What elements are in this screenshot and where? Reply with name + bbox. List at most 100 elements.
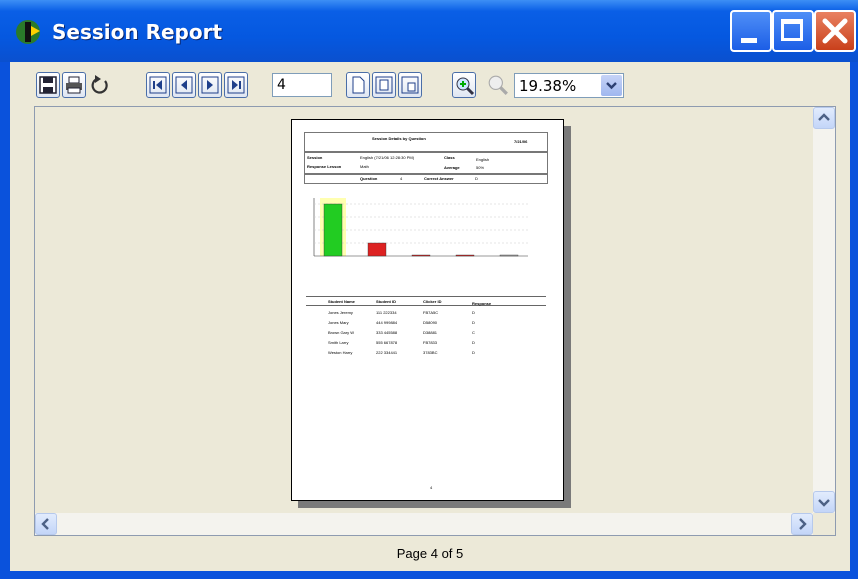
- report-heading: Session Details by Question: [372, 136, 426, 141]
- printer-icon: [66, 76, 82, 94]
- scroll-right-button[interactable]: [791, 513, 813, 535]
- page-status: Page 4 of 5: [396, 546, 464, 561]
- table-row-4-student-id: 555 667878: [376, 340, 398, 345]
- horizontal-scrollbar[interactable]: [35, 513, 813, 535]
- chart-bar-3: [411, 254, 431, 257]
- whole-page-view-button[interactable]: [398, 72, 422, 98]
- zoom-select[interactable]: 19.38%: [514, 73, 624, 98]
- table-row-3-clicker-id: D38881: [423, 330, 438, 335]
- last-page-icon: [227, 76, 245, 94]
- average-label: Average: [444, 165, 460, 170]
- save-button[interactable]: [36, 72, 60, 98]
- table-row-1-response: D: [472, 310, 475, 315]
- first-page-button[interactable]: [146, 72, 170, 98]
- title-bar[interactable]: Session Report: [0, 0, 858, 62]
- table-row-4-name: Smith Larry: [328, 340, 349, 345]
- table-top-rule: [306, 296, 546, 297]
- table-row-5-student-id: 222 334441: [376, 350, 398, 355]
- page-number-input[interactable]: [272, 73, 332, 97]
- col-header-clicker-id: Clicker ID: [423, 299, 442, 304]
- report-preview-viewport[interactable]: Session Details by Question 7/21/06 Sess…: [34, 106, 836, 536]
- vertical-scrollbar[interactable]: [813, 107, 835, 513]
- client-area: 19.38% Session Details by Question 7/21/…: [10, 62, 850, 571]
- zoom-value: 19.38%: [519, 77, 577, 95]
- chart-bars: [323, 203, 519, 257]
- whole-page-icon: [401, 76, 419, 94]
- report-header-box: [304, 132, 548, 152]
- minimize-button[interactable]: [730, 10, 772, 52]
- question-value: 4: [400, 176, 403, 181]
- zoom-dropdown-button[interactable]: [601, 75, 622, 96]
- report-toolbar: 19.38%: [10, 62, 850, 106]
- zoom-out-button[interactable]: [486, 72, 510, 98]
- previous-page-button[interactable]: [172, 72, 196, 98]
- chevron-down-icon: [606, 82, 617, 90]
- report-page: Session Details by Question 7/21/06 Sess…: [291, 119, 564, 501]
- zoom-in-button[interactable]: [452, 72, 476, 98]
- zoom-out-icon: [488, 75, 508, 95]
- table-row-2-clicker-id: D58090: [423, 320, 438, 325]
- session-info-box: [304, 152, 548, 174]
- page-width-icon: [375, 76, 393, 94]
- window-title: Session Report: [52, 20, 223, 44]
- correct-answer-label: Correct Answer: [424, 176, 454, 181]
- table-header-rule: [306, 305, 546, 306]
- scroll-left-button[interactable]: [35, 513, 57, 535]
- lesson-value: Math: [360, 164, 369, 169]
- maximize-icon: [781, 19, 803, 41]
- chevron-left-icon: [41, 518, 49, 530]
- maximize-button[interactable]: [772, 10, 814, 52]
- table-row-3-response: C: [472, 330, 475, 335]
- zoom-in-icon: [456, 77, 475, 96]
- report-date: 7/21/06: [514, 139, 528, 144]
- average-value: 50%: [476, 165, 485, 170]
- chart-grid: [314, 203, 528, 244]
- single-page-view-button[interactable]: [346, 72, 370, 98]
- chart-bar-1: [323, 203, 343, 257]
- lesson-label: Response Lesson: [307, 164, 342, 169]
- table-row-2-response: D: [472, 320, 475, 325]
- last-page-button[interactable]: [224, 72, 248, 98]
- session-value: English (7/21/06 12:28:30 PM): [360, 155, 415, 160]
- chart-bar-5: [499, 254, 519, 257]
- session-report-window: Session Report 4 19.38% Session Details …: [0, 0, 858, 579]
- table-row-3-student-id: 333 445588: [376, 330, 398, 335]
- table-row-5-name: Weston Harry: [328, 350, 353, 355]
- table-row-1-name: Jones Jeremy: [328, 310, 353, 315]
- table-row-4-response: D: [472, 340, 475, 345]
- scroll-up-button[interactable]: [813, 107, 835, 129]
- refresh-button[interactable]: [88, 72, 112, 98]
- response-bar-chart: [313, 198, 528, 257]
- print-button[interactable]: [62, 72, 86, 98]
- first-page-icon: [149, 76, 167, 94]
- col-header-response: Response: [472, 301, 492, 306]
- refresh-icon: [91, 75, 108, 94]
- scroll-down-button[interactable]: [813, 491, 835, 513]
- class-label: Class: [444, 155, 455, 160]
- close-button[interactable]: [814, 10, 856, 52]
- table-row-2-student-id: 444 999884: [376, 320, 398, 325]
- session-label: Session: [307, 155, 323, 160]
- scrollbar-corner: [813, 513, 835, 535]
- table-row-1-student-id: 111 222334: [376, 310, 397, 315]
- correct-answer-value: D: [475, 176, 478, 181]
- table-row-4-clicker-id: FB7833: [423, 340, 438, 345]
- chart-bar-4: [455, 254, 475, 257]
- close-icon: [822, 18, 848, 44]
- chart-bar-2: [367, 242, 387, 257]
- question-label: Question: [360, 176, 378, 181]
- next-page-button[interactable]: [198, 72, 222, 98]
- previous-page-icon: [175, 76, 193, 94]
- chevron-down-icon: [818, 499, 830, 507]
- col-header-student-name: Student Name: [328, 299, 355, 304]
- class-value: English: [476, 157, 490, 162]
- table-row-5-clicker-id: 3783BC: [423, 350, 438, 355]
- single-page-icon: [352, 76, 365, 94]
- table-row-1-clicker-id: FB7A5C: [423, 310, 439, 315]
- table-row-5-response: D: [472, 350, 475, 355]
- app-icon: [16, 20, 40, 44]
- page-width-view-button[interactable]: [372, 72, 396, 98]
- table-row-3-name: Brown Gary W: [328, 330, 355, 335]
- chevron-up-icon: [818, 113, 830, 121]
- col-header-student-id: Student ID: [376, 299, 396, 304]
